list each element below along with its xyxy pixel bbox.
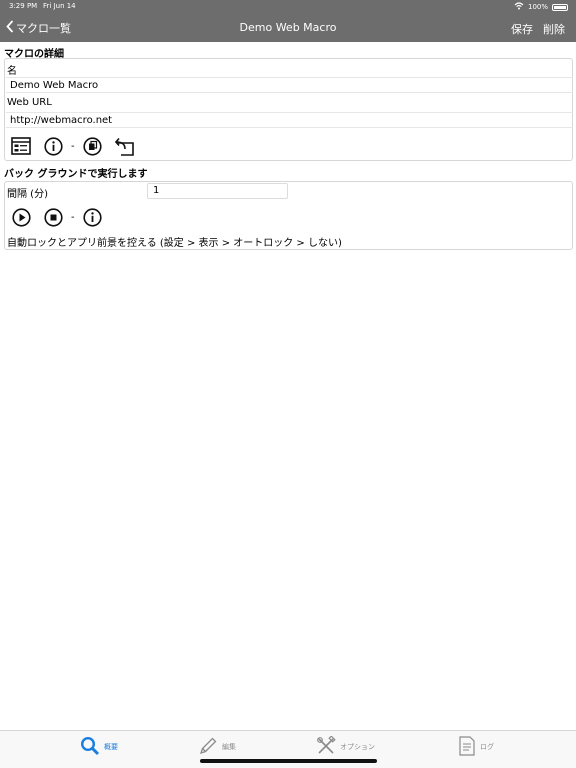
background-icon-row: - [11, 207, 103, 227]
home-indicator [200, 759, 377, 763]
pencil-icon [198, 736, 218, 758]
delete-button[interactable]: 削除 [543, 21, 565, 37]
nav-actions: 保存 削除 [511, 21, 565, 37]
copy-icon[interactable] [83, 136, 103, 156]
separator-dash: - [71, 140, 75, 152]
tab-options[interactable]: オプション [316, 735, 375, 758]
save-button[interactable]: 保存 [511, 21, 533, 37]
navigation-bar: マクロ一覧 Demo Web Macro 保存 削除 [0, 13, 576, 42]
status-bar: 3:29 PM Fri Jun 14 100% [0, 0, 576, 13]
play-icon[interactable] [11, 207, 31, 227]
battery-percent: 100% [527, 3, 548, 11]
tab-options-label: オプション [340, 743, 375, 751]
search-icon [80, 736, 100, 758]
details-icon-row: - [11, 136, 135, 156]
tab-log[interactable]: ログ [458, 736, 494, 758]
tab-log-label: ログ [480, 743, 494, 751]
name-label: 名 [7, 66, 17, 77]
browser-form-icon[interactable] [11, 136, 31, 156]
page-title: Demo Web Macro [239, 21, 337, 34]
status-right: 100% [514, 2, 568, 12]
tools-icon [316, 735, 336, 758]
battery-icon [552, 3, 568, 11]
background-card: 間隔 (分) 1 - 自動ロックとアプリ前景を控える (設定 > 表示 > オー… [4, 181, 573, 250]
wifi-icon [514, 2, 524, 12]
interval-field[interactable]: 1 [147, 183, 288, 199]
tab-edit[interactable]: 編集 [198, 736, 236, 758]
info-icon[interactable] [43, 136, 63, 156]
tab-overview-label: 概要 [104, 743, 118, 751]
autolock-note: 自動ロックとアプリ前景を控える (設定 > 表示 > オートロック > しない) [7, 238, 342, 249]
share-icon[interactable] [114, 136, 135, 156]
url-field[interactable]: http://webmacro.net [6, 112, 573, 128]
interval-label: 間隔 (分) [7, 189, 48, 200]
tab-overview[interactable]: 概要 [80, 736, 118, 758]
document-icon [458, 736, 476, 758]
info-icon[interactable] [83, 207, 103, 227]
background-section-title: バック グラウンドで実行します [4, 169, 148, 180]
name-field[interactable]: Demo Web Macro [6, 77, 573, 93]
url-label: Web URL [7, 97, 52, 108]
status-time: 3:29 PM [9, 2, 38, 10]
stop-icon[interactable] [43, 207, 63, 227]
details-card: 名 Demo Web Macro Web URL http://webmacro… [4, 58, 573, 161]
separator-dash: - [71, 211, 75, 223]
tab-edit-label: 編集 [222, 743, 236, 751]
status-date: Fri Jun 14 [43, 2, 76, 10]
